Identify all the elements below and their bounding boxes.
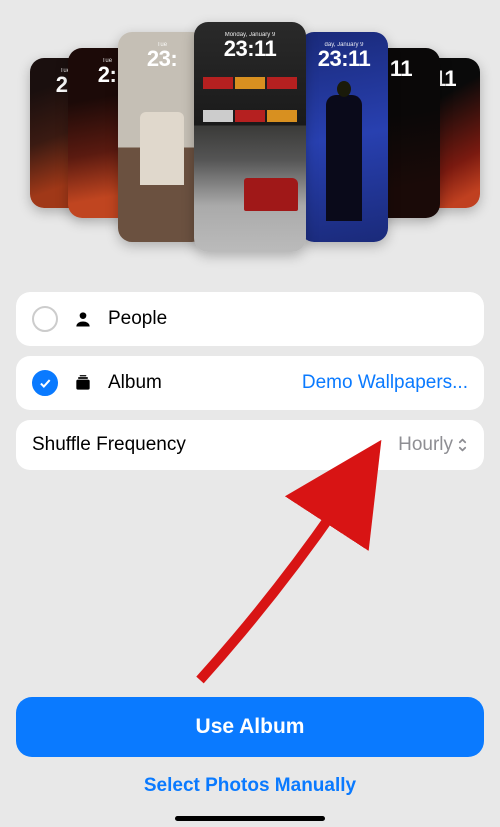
album-stack-icon	[72, 373, 94, 393]
bottom-actions: Use Album Select Photos Manually	[16, 697, 484, 803]
radio-selected-icon[interactable]	[32, 370, 58, 396]
shuffle-frequency-label: Shuffle Frequency	[32, 434, 384, 456]
option-album-value[interactable]: Demo Wallpapers...	[302, 372, 468, 394]
wallpaper-thumb-center[interactable]: Monday, January 9 23:11	[194, 22, 306, 252]
lockscreen-time: 23:11	[224, 36, 277, 62]
option-people-label: People	[108, 308, 167, 330]
shuffle-frequency-row[interactable]: Shuffle Frequency Hourly	[16, 420, 484, 470]
lockscreen-time: 2:	[98, 62, 117, 88]
lockscreen-time: 23:	[147, 46, 177, 72]
select-photos-manually-button[interactable]: Select Photos Manually	[16, 757, 484, 803]
option-people-row[interactable]: People	[16, 292, 484, 346]
wallpaper-preview-strip: Tue 2: Tue 2: Tue 23: Monday, January 9 …	[0, 10, 500, 270]
lockscreen-date: Tue	[102, 58, 112, 64]
lockscreen-date: day, January 9	[325, 42, 364, 48]
shuffle-frequency-value-text: Hourly	[398, 434, 453, 456]
use-album-button[interactable]: Use Album	[16, 697, 484, 757]
shuffle-frequency-value[interactable]: Hourly	[398, 434, 468, 456]
lockscreen-date: Monday, January 9	[225, 32, 276, 38]
lockscreen-date: Tue	[157, 42, 167, 48]
chevron-up-down-icon	[457, 436, 468, 454]
radio-unselected-icon[interactable]	[32, 306, 58, 332]
option-album-label: Album	[108, 372, 162, 394]
lockscreen-time: 23:11	[318, 46, 371, 72]
lockscreen-time: 11	[390, 56, 412, 82]
wallpaper-thumb[interactable]: day, January 9 23:11	[300, 32, 388, 242]
person-icon	[72, 309, 94, 329]
wallpaper-thumb[interactable]: Tue 23:	[118, 32, 206, 242]
option-album-row[interactable]: Album Demo Wallpapers...	[16, 356, 484, 410]
source-options-group: People Album Demo Wallpapers... Shuffle …	[16, 292, 484, 480]
